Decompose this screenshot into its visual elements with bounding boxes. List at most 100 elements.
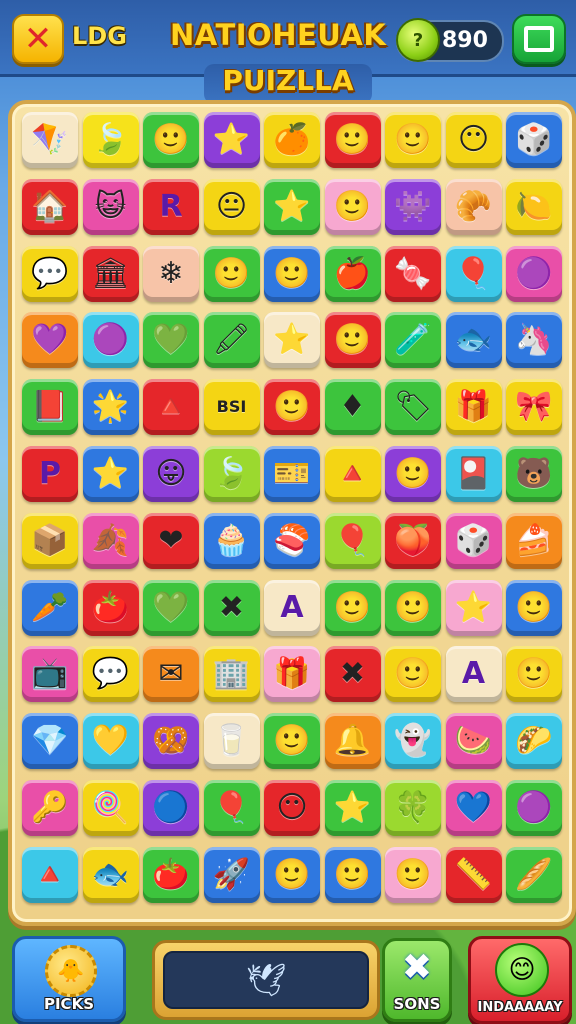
puzzle-tile[interactable]: 🍬 (385, 245, 441, 302)
indaaaaay-button[interactable]: 😊 INDAAAAAY (468, 936, 572, 1024)
puzzle-tile[interactable]: 🟣 (82, 312, 139, 369)
puzzle-tile[interactable]: 🔺 (22, 846, 78, 903)
puzzle-tile[interactable]: 🎴 (445, 446, 502, 502)
puzzle-tile[interactable]: 🌮 (506, 713, 562, 770)
puzzle-tile[interactable]: 🧁 (203, 512, 260, 569)
puzzle-tile[interactable]: 🎀 (506, 379, 562, 436)
puzzle-tile[interactable]: ⭐ (264, 312, 320, 369)
puzzle-tile[interactable]: 🏠 (22, 178, 78, 235)
puzzle-tile[interactable]: 🍉 (445, 713, 502, 770)
puzzle-tile[interactable]: 😶 (445, 112, 502, 168)
puzzle-tile[interactable]: 🍎 (324, 245, 381, 302)
puzzle-tile[interactable]: 🟣 (506, 245, 562, 302)
puzzle-tile[interactable]: ⭐ (82, 446, 139, 502)
puzzle-tile[interactable]: 🌟 (82, 379, 139, 436)
puzzle-tile[interactable]: 🙂 (385, 446, 441, 502)
puzzle-tile[interactable]: 🍭 (82, 780, 139, 836)
puzzle-tile[interactable]: 👾 (385, 178, 441, 235)
puzzle-tile[interactable]: 🎈 (445, 245, 502, 302)
puzzle-tile[interactable]: 🧪 (385, 312, 441, 369)
puzzle-tile[interactable]: P (22, 446, 78, 502)
puzzle-tile[interactable]: 🎈 (324, 512, 381, 569)
puzzle-tile[interactable]: 🥖 (506, 846, 562, 903)
puzzle-tile[interactable]: ✖ (203, 579, 260, 636)
puzzle-tile[interactable]: 🐻 (506, 446, 562, 502)
puzzle-tile[interactable]: 🙂 (385, 579, 441, 636)
puzzle-tile[interactable]: 🐟 (445, 312, 502, 369)
puzzle-tile[interactable]: ✖ (324, 646, 381, 703)
puzzle-tile[interactable]: ⭐ (203, 112, 260, 168)
puzzle-tile[interactable]: 🥕 (22, 579, 78, 636)
puzzle-tile[interactable]: ⭐ (445, 579, 502, 636)
puzzle-tile[interactable]: 🙂 (264, 713, 320, 770)
puzzle-tile[interactable]: 🏷 (385, 379, 441, 436)
picks-button[interactable]: 🐥 PICKS (12, 936, 126, 1022)
puzzle-tile[interactable]: 🙂 (203, 245, 260, 302)
puzzle-tile[interactable]: 🥛 (203, 713, 260, 770)
puzzle-tile[interactable]: 🙂 (264, 245, 320, 302)
puzzle-tile[interactable]: 🍰 (506, 512, 562, 569)
puzzle-tile[interactable]: A (264, 579, 320, 636)
puzzle-tile[interactable]: 🎁 (445, 379, 502, 436)
puzzle-tile[interactable]: 💚 (143, 579, 199, 636)
puzzle-tile[interactable]: 🙂 (324, 312, 381, 369)
puzzle-tile[interactable]: 🍅 (82, 579, 139, 636)
puzzle-tile[interactable]: 🏛 (82, 245, 139, 302)
puzzle-tile[interactable]: 💬 (82, 646, 139, 703)
menu-button[interactable] (512, 14, 566, 64)
puzzle-tile[interactable]: 💜 (22, 312, 78, 369)
puzzle-tile[interactable]: 🍂 (82, 512, 139, 569)
puzzle-tile[interactable]: 📏 (445, 846, 502, 903)
puzzle-tile[interactable]: R (143, 178, 199, 235)
puzzle-tile[interactable]: 🎈 (203, 780, 260, 836)
puzzle-tile[interactable]: ✉ (143, 646, 199, 703)
sons-button[interactable]: ✖ SONS (382, 938, 452, 1022)
puzzle-tile[interactable]: 🍑 (385, 512, 441, 569)
puzzle-tile[interactable]: 💎 (22, 713, 78, 770)
puzzle-tile[interactable]: 🍀 (385, 780, 441, 836)
puzzle-tile[interactable]: ❄ (143, 245, 199, 302)
puzzle-tile[interactable]: 🪁 (22, 112, 78, 168)
puzzle-tile[interactable]: 🎲 (506, 112, 562, 168)
puzzle-tile[interactable]: 📦 (22, 512, 78, 569)
puzzle-tile[interactable]: 👻 (385, 713, 441, 770)
puzzle-tile[interactable]: 📕 (22, 379, 78, 436)
puzzle-tile[interactable]: 🔺 (324, 446, 381, 502)
puzzle-tile[interactable]: 🙂 (324, 178, 381, 235)
puzzle-tile[interactable]: 🦄 (506, 312, 562, 369)
puzzle-tile[interactable]: 💛 (82, 713, 139, 770)
puzzle-tile[interactable]: 💬 (22, 245, 78, 302)
puzzle-tile[interactable]: 🙂 (385, 112, 441, 168)
puzzle-tile[interactable]: 🐟 (82, 846, 139, 903)
puzzle-tile[interactable]: ⭐ (324, 780, 381, 836)
puzzle-tile[interactable]: 🙂 (324, 846, 381, 903)
puzzle-tile[interactable]: ⭐ (264, 178, 320, 235)
puzzle-tile[interactable]: 🥐 (445, 178, 502, 235)
puzzle-tile[interactable]: 🏢 (203, 646, 260, 703)
puzzle-tile[interactable]: 🙂 (385, 646, 441, 703)
puzzle-tile[interactable]: 🙂 (264, 379, 320, 436)
puzzle-tile[interactable]: BSI (203, 379, 260, 436)
puzzle-tile[interactable]: 🖍 (203, 312, 260, 369)
puzzle-tile[interactable]: 🍃 (203, 446, 260, 502)
puzzle-tile[interactable]: 🎫 (264, 446, 320, 502)
puzzle-tile[interactable]: 🙂 (506, 646, 562, 703)
puzzle-tile[interactable]: 🎁 (264, 646, 320, 703)
puzzle-tile[interactable]: 😺 (82, 178, 139, 235)
puzzle-tile[interactable]: 🍃 (82, 112, 139, 168)
puzzle-tile[interactable]: 🔑 (22, 780, 78, 836)
puzzle-tile[interactable]: 🔔 (324, 713, 381, 770)
puzzle-tile[interactable]: 🙂 (385, 846, 441, 903)
puzzle-tile[interactable]: 🔵 (143, 780, 199, 836)
puzzle-tile[interactable]: 💚 (143, 312, 199, 369)
puzzle-tile[interactable]: 🥨 (143, 713, 199, 770)
puzzle-tile[interactable]: 🍋 (506, 178, 562, 235)
puzzle-tile[interactable]: 📺 (22, 646, 78, 703)
puzzle-tile[interactable]: 🍣 (264, 512, 320, 569)
puzzle-tile[interactable]: 🎲 (445, 512, 502, 569)
puzzle-tile[interactable]: A (445, 646, 502, 703)
puzzle-tile[interactable]: 🚀 (203, 846, 260, 903)
puzzle-tile[interactable]: 🔺 (143, 379, 199, 436)
puzzle-tile[interactable]: 🍅 (143, 846, 199, 903)
close-button[interactable]: ✕ (12, 14, 64, 64)
